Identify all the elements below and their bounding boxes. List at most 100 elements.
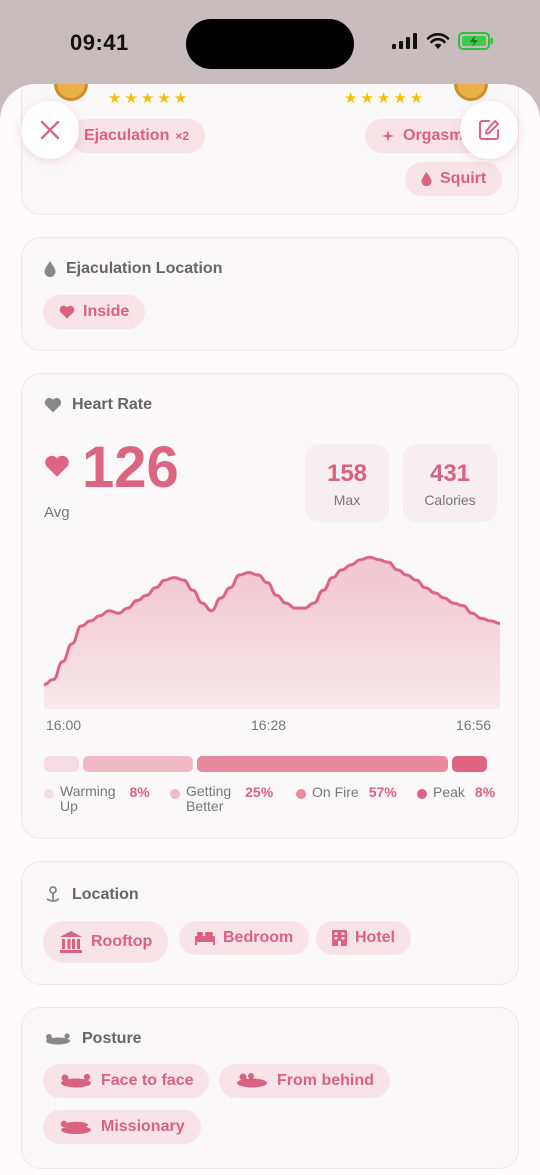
bed-icon: [195, 932, 215, 945]
chip-face-to-face[interactable]: Face to face: [43, 1064, 210, 1098]
chip-label: Missionary: [101, 1118, 185, 1135]
zone-bar-on-fire: [197, 756, 448, 772]
legend-on-fire: On Fire 57%: [296, 784, 397, 800]
chip-label: From behind: [277, 1072, 374, 1089]
heart-rate-area: [44, 557, 500, 709]
card-title: Ejaculation Location: [44, 260, 222, 278]
zone-bar-peak: [452, 756, 488, 772]
time-label-mid: 16:28: [251, 717, 287, 733]
max-value: 158: [326, 460, 368, 487]
drop-icon: [421, 172, 432, 186]
status-time: 09:41: [70, 30, 129, 55]
status-icons: [392, 32, 494, 50]
max-label: Max: [333, 492, 361, 508]
time-label-end: 16:56: [456, 717, 492, 733]
posture-icon: [237, 1073, 267, 1088]
chip-missionary[interactable]: Missionary: [43, 1110, 201, 1144]
card-title: Posture: [44, 1030, 142, 1048]
heart-rate-chart: [44, 555, 500, 709]
legend-line: Up: [60, 798, 78, 815]
card-title: Location: [44, 886, 139, 904]
chip-rooftop[interactable]: Rooftop: [43, 921, 169, 963]
legend-dot: [417, 789, 427, 799]
chip-hotel[interactable]: Hotel: [316, 921, 411, 955]
legend-label: Peak: [433, 784, 465, 800]
calories-label: Calories: [424, 492, 476, 508]
edit-button[interactable]: [460, 101, 518, 159]
legend-dot: [44, 789, 54, 799]
drop-icon: [44, 261, 56, 277]
chip-label: Orgasm: [403, 127, 464, 144]
legend-line: Getting: [186, 783, 232, 799]
legend-pct: 8%: [129, 784, 150, 800]
chip-label: Inside: [83, 303, 130, 320]
sparkle-icon: [382, 130, 394, 142]
zone-bar-getting-better: [83, 756, 194, 772]
signal-icon: [392, 33, 417, 49]
posture-icon: [61, 1073, 91, 1088]
legend-peak: Peak 8%: [417, 784, 495, 800]
posture-icon: [60, 1120, 91, 1134]
detail-sheet: ★★★★★ ★★★★★ Ejaculation ×2 Orgasm Squirt…: [0, 84, 540, 1175]
legend-pct: 8%: [474, 784, 496, 800]
time-label-start: 16:00: [46, 717, 82, 733]
heart-rate-card: Heart Rate 126 Avg 158 Max 431 Calories …: [21, 373, 519, 839]
chip-label: Squirt: [440, 170, 487, 187]
chip-label: Ejaculation: [84, 127, 170, 144]
chip-from-behind[interactable]: From behind: [219, 1064, 390, 1098]
ejaculation-location-card: Ejaculation Location Inside: [21, 237, 519, 351]
left-avatar: [54, 84, 88, 101]
legend-warming-up: Warming Up 8%: [44, 783, 150, 815]
building-columns-icon: [60, 931, 82, 953]
wifi-icon: [426, 33, 450, 49]
card-title-text: Ejaculation Location: [66, 260, 223, 277]
card-title: Heart Rate: [44, 396, 152, 414]
right-avatar: [454, 84, 488, 101]
legend-label: Warming Up: [60, 783, 116, 815]
card-title-text: Heart Rate: [72, 396, 153, 413]
legend-line: Warming: [60, 783, 116, 799]
status-bar: 09:41: [0, 0, 540, 88]
hotel-building-icon: [332, 930, 347, 946]
avg-label: Avg: [44, 504, 70, 521]
left-rating: ★★★★★: [108, 90, 191, 107]
posture-icon: [46, 1033, 70, 1045]
chip-bedroom[interactable]: Bedroom: [179, 921, 310, 955]
battery-icon: [458, 32, 493, 50]
close-button[interactable]: [21, 101, 79, 159]
right-rating: ★★★★★: [344, 90, 427, 107]
dynamic-island: [186, 19, 354, 69]
legend-pct: 57%: [368, 784, 397, 800]
chip-label: Hotel: [355, 929, 395, 946]
heart-icon: [59, 305, 75, 319]
close-icon: [40, 120, 60, 140]
legend-label: On Fire: [312, 784, 359, 800]
card-title-text: Location: [72, 886, 139, 903]
chip-count: ×2: [175, 129, 190, 143]
legend-dot: [296, 789, 306, 799]
avg-heart-rate: 126: [82, 435, 179, 500]
edit-icon: [479, 120, 499, 140]
legend-line: Better: [186, 798, 224, 815]
legend-dot: [170, 789, 180, 799]
chip-squirt[interactable]: Squirt: [405, 162, 503, 196]
chip-label: Bedroom: [223, 929, 294, 946]
card-title-text: Posture: [82, 1030, 142, 1047]
posture-card: Posture Face to face From behind Mission…: [21, 1007, 519, 1169]
heart-icon: [44, 397, 62, 413]
max-stat: 158 Max: [305, 444, 389, 522]
orgasm-card: ★★★★★ ★★★★★ Ejaculation ×2 Orgasm Squirt: [21, 84, 519, 215]
legend-pct: 25%: [245, 784, 274, 800]
chip-label: Face to face: [101, 1072, 194, 1089]
legend-label: Getting Better: [186, 783, 232, 815]
heart-icon: [45, 455, 69, 477]
chip-label: Rooftop: [91, 933, 153, 950]
calories-value: 431: [429, 460, 471, 487]
location-pin-icon: [46, 886, 60, 902]
legend-getting-better: Getting Better 25%: [170, 783, 274, 815]
calories-stat: 431 Calories: [403, 444, 497, 522]
chip-inside[interactable]: Inside: [43, 295, 146, 329]
zone-bar-warming-up: [44, 756, 80, 772]
location-card: Location Rooftop Bedroom Hotel: [21, 861, 519, 985]
chip-ejaculation[interactable]: Ejaculation ×2: [70, 119, 206, 153]
